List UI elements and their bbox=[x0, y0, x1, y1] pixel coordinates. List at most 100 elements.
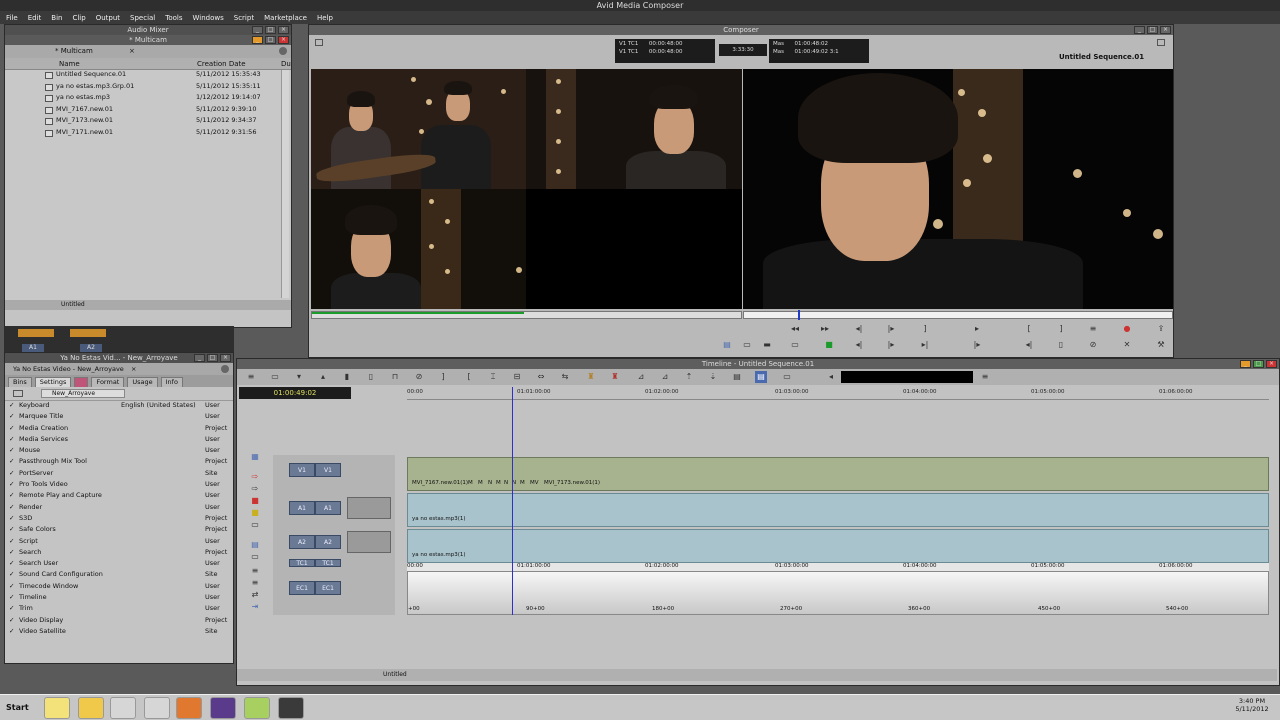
effect-red-icon[interactable]: ♜ bbox=[609, 371, 621, 383]
list-icon[interactable]: ≡ bbox=[249, 565, 261, 577]
wrench-icon[interactable]: ⚒ bbox=[1155, 339, 1167, 351]
audio-a2-controls[interactable] bbox=[347, 531, 391, 553]
settings-row[interactable]: ✓ Pro Tools Video User bbox=[5, 480, 233, 491]
yellow-tool-icon[interactable]: ■ bbox=[249, 507, 261, 519]
link-icon[interactable]: ⇄ bbox=[249, 589, 261, 601]
record-monitor[interactable] bbox=[743, 69, 1173, 309]
settings-row[interactable]: ✓ Video Satellite Site bbox=[5, 627, 233, 638]
settings-row[interactable]: ✓ Timecode Window User bbox=[5, 582, 233, 593]
timeline-scroll-display[interactable] bbox=[841, 371, 973, 383]
close-icon[interactable]: × bbox=[220, 354, 231, 362]
column-duration[interactable]: Du bbox=[281, 60, 291, 68]
project-menu-icon[interactable] bbox=[221, 365, 229, 373]
menu-windows[interactable]: Windows bbox=[193, 14, 224, 22]
bin-menu-icon[interactable] bbox=[279, 47, 287, 55]
clip-v1-4[interactable]: M bbox=[496, 480, 501, 486]
minimize-icon[interactable]: _ bbox=[1240, 360, 1251, 368]
clear-icon[interactable]: ⊘ bbox=[1087, 339, 1099, 351]
settings-row[interactable]: ✓ PortServer Site bbox=[5, 469, 233, 480]
multicam-angle-3[interactable] bbox=[311, 189, 526, 309]
clip-v1-8[interactable]: MV bbox=[530, 480, 539, 486]
minimize-icon[interactable]: _ bbox=[252, 36, 263, 44]
clip-v1-7[interactable]: M bbox=[520, 480, 525, 486]
expand-icon[interactable]: ⇥ bbox=[249, 601, 261, 613]
settings-menu-icon[interactable] bbox=[13, 390, 23, 397]
track-patch-ec1-source[interactable]: EC1 bbox=[289, 581, 315, 595]
menu-script[interactable]: Script bbox=[234, 14, 254, 22]
audio-a1-controls[interactable] bbox=[347, 497, 391, 519]
step-forward-icon[interactable]: ▸▸ bbox=[819, 323, 831, 335]
system-clock[interactable]: 3:40 PM 5/11/2012 bbox=[1232, 697, 1272, 713]
track-select-a1[interactable]: A1 bbox=[315, 501, 341, 515]
tab-info[interactable]: Info bbox=[160, 377, 183, 387]
bin-row[interactable]: MVI_7171.new.01 5/11/2012 9:31:56 bbox=[5, 128, 291, 140]
segment-red-icon[interactable]: ⇨ bbox=[249, 471, 261, 483]
overwrite-icon[interactable]: ▯ bbox=[365, 371, 377, 383]
menu-icon[interactable]: ≡ bbox=[245, 371, 257, 383]
segment-yellow-icon[interactable]: ⇨ bbox=[249, 483, 261, 495]
close-icon[interactable]: × bbox=[1266, 360, 1277, 368]
play-forward-icon[interactable]: |▸ bbox=[885, 339, 897, 351]
project-tab[interactable]: Ya No Estas Video - New_Arroyave × bbox=[5, 363, 233, 375]
settings-row[interactable]: ✓ Trim User bbox=[5, 604, 233, 615]
close-tab-icon[interactable]: × bbox=[131, 363, 136, 375]
mark-clip-icon[interactable]: ⌶ bbox=[487, 371, 499, 383]
minimize-icon[interactable]: _ bbox=[1134, 26, 1145, 34]
toggle-icon[interactable]: ▭ bbox=[789, 339, 801, 351]
menu-help[interactable]: Help bbox=[317, 14, 333, 22]
bin-scrollbar[interactable] bbox=[281, 70, 289, 298]
angle-up-icon[interactable]: ⊿ bbox=[659, 371, 671, 383]
maximize-icon[interactable]: □ bbox=[1253, 360, 1264, 368]
tab-bins[interactable]: Bins bbox=[8, 377, 32, 387]
settings-row[interactable]: ✓ Video Display Project bbox=[5, 616, 233, 627]
minimize-icon[interactable]: _ bbox=[194, 354, 205, 362]
extract-icon[interactable]: ⊟ bbox=[511, 371, 523, 383]
channel-a1[interactable]: A1 bbox=[22, 344, 44, 352]
up-arrow-icon[interactable]: ▴ bbox=[317, 371, 329, 383]
column-name[interactable]: Name bbox=[59, 60, 80, 68]
monitor-icon[interactable]: ▭ bbox=[781, 371, 793, 383]
bin-row[interactable]: MVI_7167.new.01 5/11/2012 9:39:10 bbox=[5, 105, 291, 117]
jump-icon[interactable]: ▸| bbox=[919, 339, 931, 351]
mark-out-icon[interactable]: ] bbox=[437, 371, 449, 383]
settings-row[interactable]: ✓ Search User User bbox=[5, 559, 233, 570]
lift-overwrite-icon[interactable]: ⇡ bbox=[683, 371, 695, 383]
clip-a2[interactable]: ya no estas.mp3(1) bbox=[412, 552, 466, 558]
column-creation-date[interactable]: Creation Date bbox=[197, 60, 246, 68]
app-icon-2[interactable] bbox=[278, 697, 304, 719]
settings-row[interactable]: ✓ S3D Project bbox=[5, 514, 233, 525]
settings-row[interactable]: ✓ Passthrough Mix Tool Project bbox=[5, 457, 233, 468]
track-tc1[interactable]: 00:00 01:01:00:00 01:02:00:00 01:03:00:0… bbox=[407, 563, 1269, 571]
stack-selected-icon[interactable]: ▤ bbox=[755, 371, 767, 383]
toggle-source-icon[interactable]: ▭ bbox=[269, 371, 281, 383]
sequence-name[interactable]: Untitled Sequence.01 bbox=[1059, 53, 1144, 61]
maximize-icon[interactable]: □ bbox=[265, 26, 276, 34]
track-v1[interactable]: MVI_7167.new.01(1) M M N M N N M MV MVI_… bbox=[407, 457, 1269, 491]
clear-icon[interactable]: ⊘ bbox=[413, 371, 425, 383]
mark-clip-icon[interactable]: ] bbox=[919, 323, 931, 335]
tab-format[interactable]: Format bbox=[91, 377, 125, 387]
play-icon[interactable]: ▸ bbox=[971, 323, 983, 335]
minimize-icon[interactable]: _ bbox=[252, 26, 263, 34]
segment-icon[interactable]: ⇆ bbox=[559, 371, 571, 383]
mark-in-icon[interactable]: [ bbox=[463, 371, 475, 383]
start-button[interactable]: Start bbox=[2, 698, 36, 718]
settings-row[interactable]: ✓ Render User bbox=[5, 503, 233, 514]
effect-icon[interactable]: ♜ bbox=[585, 371, 597, 383]
go-to-in-icon[interactable]: ◂| bbox=[853, 323, 865, 335]
multicam-angle-1[interactable] bbox=[311, 69, 526, 189]
settings-row[interactable]: ✓ Script User bbox=[5, 537, 233, 548]
record-track-icon[interactable]: ■ bbox=[249, 495, 261, 507]
settings-row[interactable]: ✓ Marquee Title User bbox=[5, 412, 233, 423]
settings-row[interactable]: ✓ Mouse User bbox=[5, 446, 233, 457]
app-icon[interactable] bbox=[244, 697, 270, 719]
maximize-icon[interactable]: □ bbox=[1147, 26, 1158, 34]
bin-row[interactable]: ya no estas.mp3 1/12/2012 19:14:07 bbox=[5, 93, 291, 105]
prev-edit-icon[interactable]: ◂| bbox=[1023, 339, 1035, 351]
timeline-menu-icon[interactable]: ≡ bbox=[979, 371, 991, 383]
trim-icon[interactable]: ⇔ bbox=[535, 371, 547, 383]
settings-row[interactable]: ✓ Timeline User bbox=[5, 593, 233, 604]
track-select-ec1[interactable]: EC1 bbox=[315, 581, 341, 595]
close-icon[interactable]: × bbox=[278, 26, 289, 34]
close-tab-icon[interactable]: × bbox=[129, 45, 135, 58]
